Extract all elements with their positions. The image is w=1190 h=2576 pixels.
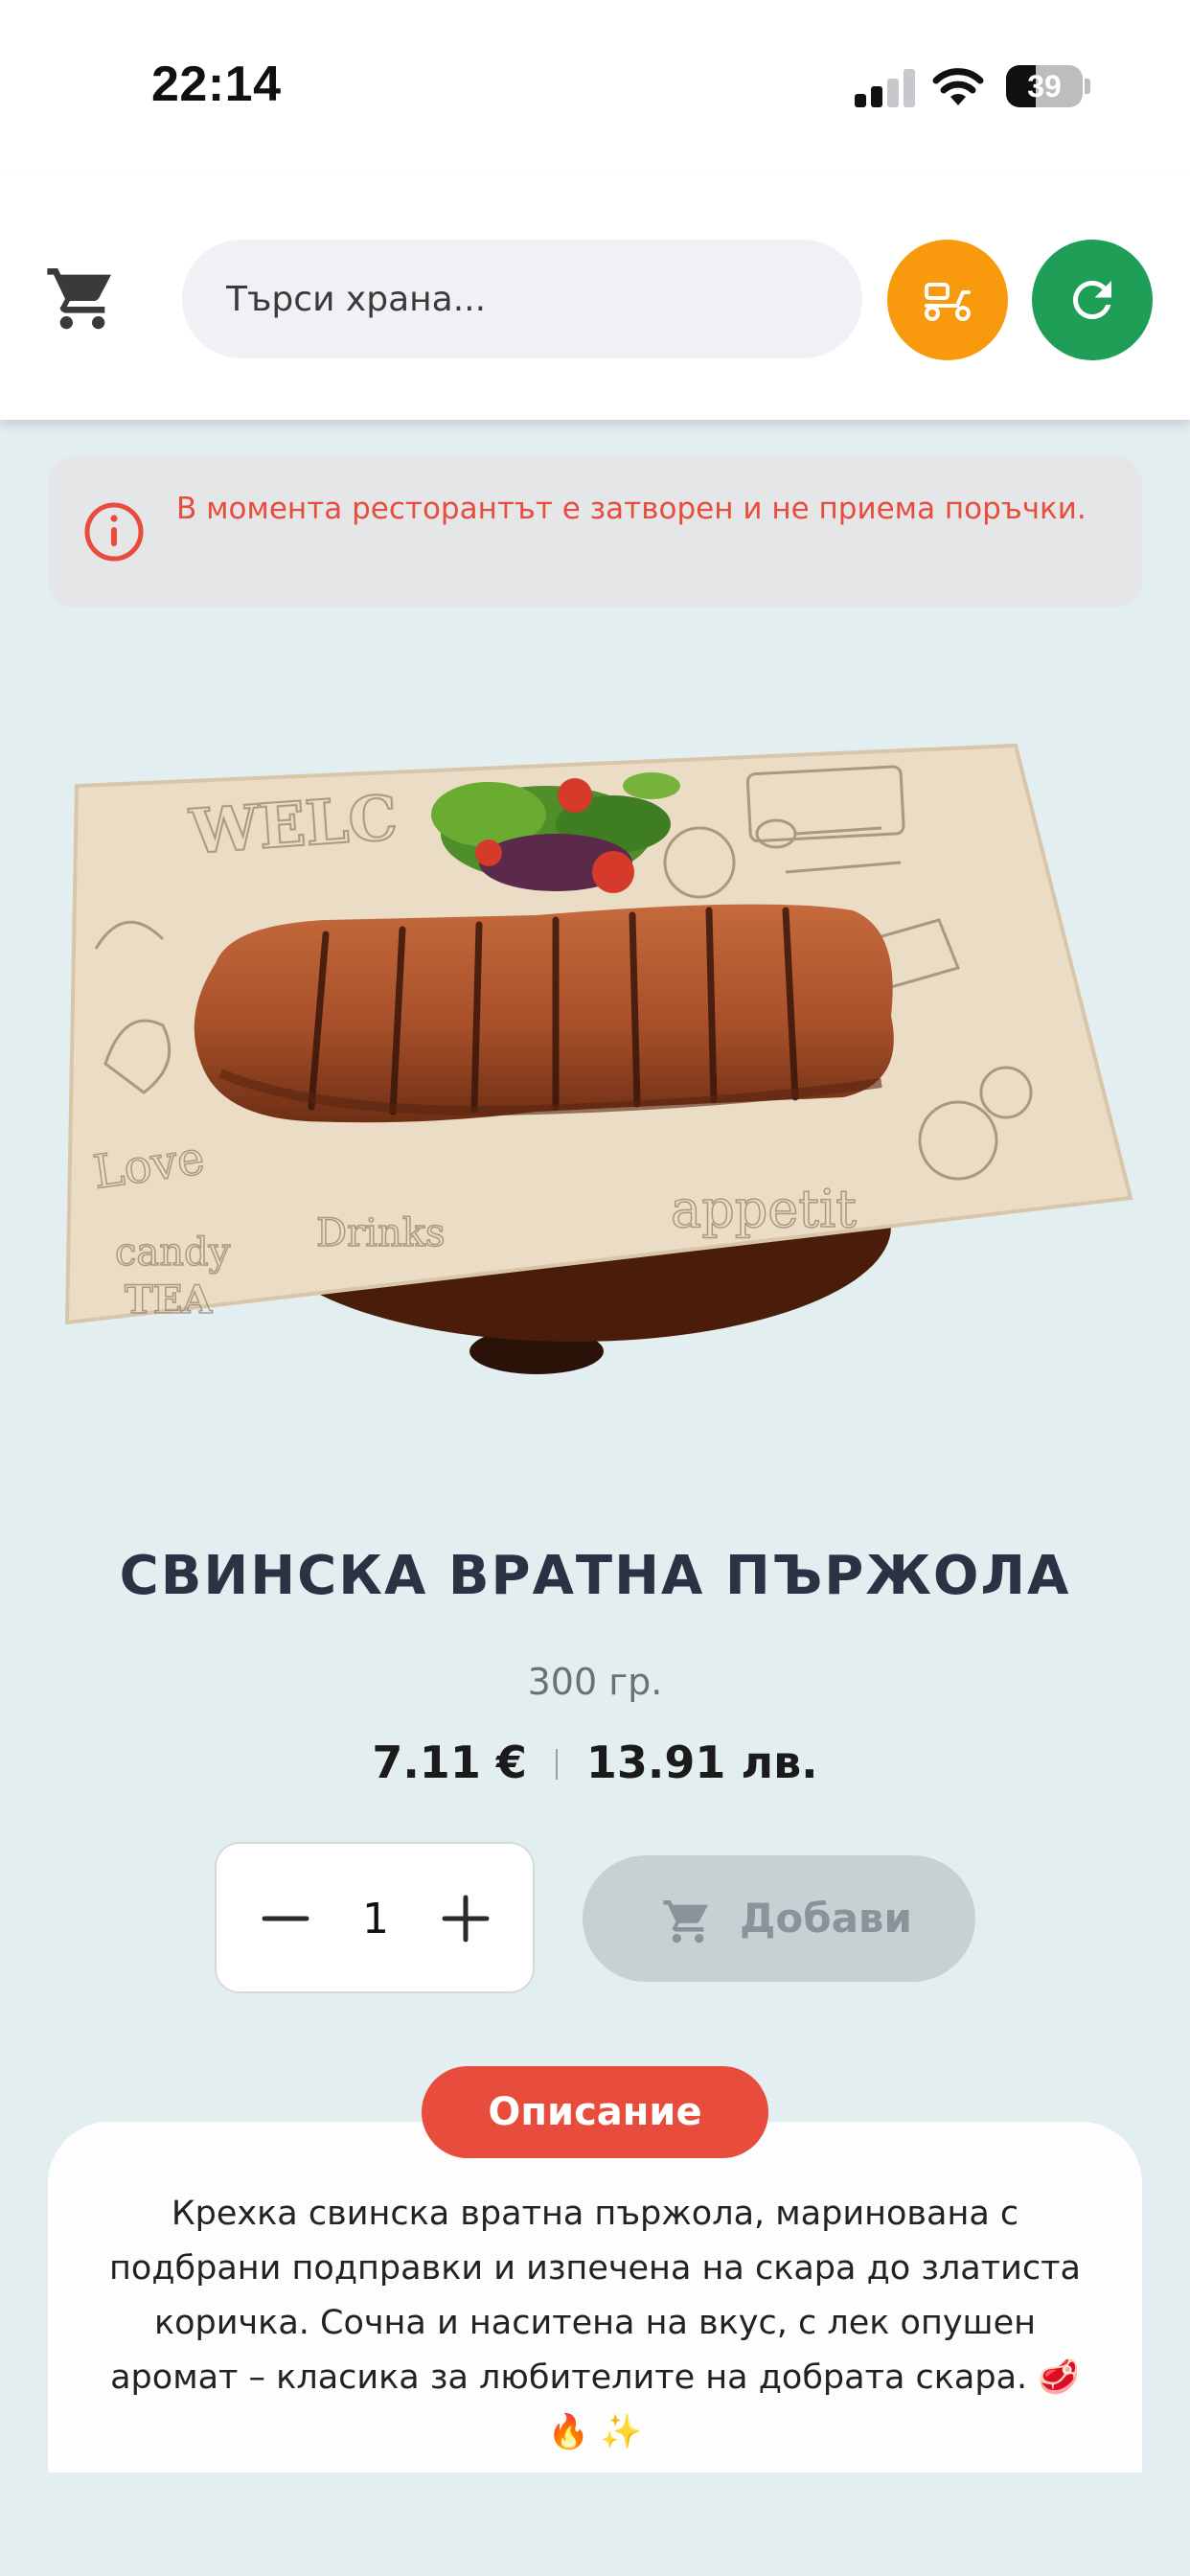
quantity-value: 1 (362, 1895, 389, 1944)
minus-icon (262, 1916, 309, 1921)
refresh-icon (1073, 281, 1111, 319)
add-to-cart-label: Добави (740, 1895, 912, 1942)
cart-icon (663, 1900, 708, 1944)
refresh-button[interactable] (1032, 240, 1153, 360)
price-bgn: 13.91 лв. (585, 1736, 818, 1788)
price-eur: 7.11 € (372, 1736, 527, 1788)
search-box (182, 240, 862, 358)
info-circle-icon (84, 502, 144, 562)
search-input[interactable] (226, 240, 839, 358)
app-header (0, 172, 1190, 420)
battery-indicator: 39 (1006, 65, 1090, 107)
increase-quantity-button[interactable] (437, 1890, 494, 1947)
svg-text:WELC: WELC (187, 782, 400, 868)
delivery-button[interactable] (887, 240, 1008, 360)
status-bar: 22:14 39 (0, 0, 1190, 172)
scooter-delivery-icon (925, 283, 971, 321)
svg-text:TEA: TEA (125, 1277, 213, 1322)
description-text: Крехка свинска вратна пържола, маринован… (109, 2195, 1081, 2451)
description-tab-label: Описание (488, 2090, 702, 2134)
svg-text:Drinks: Drinks (316, 1211, 446, 1255)
price-row: 7.11 € 13.91 лв. (0, 1736, 1190, 1788)
price-separator (555, 1749, 558, 1780)
svg-text:appetit: appetit (671, 1179, 857, 1239)
decrease-quantity-button[interactable] (257, 1890, 314, 1947)
add-to-cart-button[interactable]: Добави (583, 1855, 975, 1982)
product-image: WELC Love candy TEA Drinks appetit (64, 743, 1133, 1374)
description-tab[interactable]: Описание (422, 2066, 768, 2158)
product-weight: 300 гр. (527, 1661, 663, 1703)
plus-icon (442, 1895, 490, 1943)
product-page: 22:14 39 Търси храна... В момента рестор… (0, 0, 1190, 2576)
shopping-cart-icon[interactable] (44, 259, 121, 335)
bottom-background-strip (0, 2472, 1190, 2576)
svg-text:candy: candy (115, 1230, 231, 1275)
product-title: СВИНСКА ВРАТНА ПЪРЖОЛА (119, 1545, 1071, 1607)
wifi-icon (932, 68, 984, 105)
restaurant-closed-alert: В момента ресторантът е затворен и не пр… (48, 456, 1142, 608)
cellular-signal-icon (855, 69, 916, 107)
alert-message: В момента ресторантът е затворен и не пр… (176, 492, 1087, 526)
status-time: 22:14 (151, 57, 282, 112)
quantity-stepper: 1 (215, 1842, 535, 1993)
battery-percentage: 39 (1027, 69, 1062, 104)
